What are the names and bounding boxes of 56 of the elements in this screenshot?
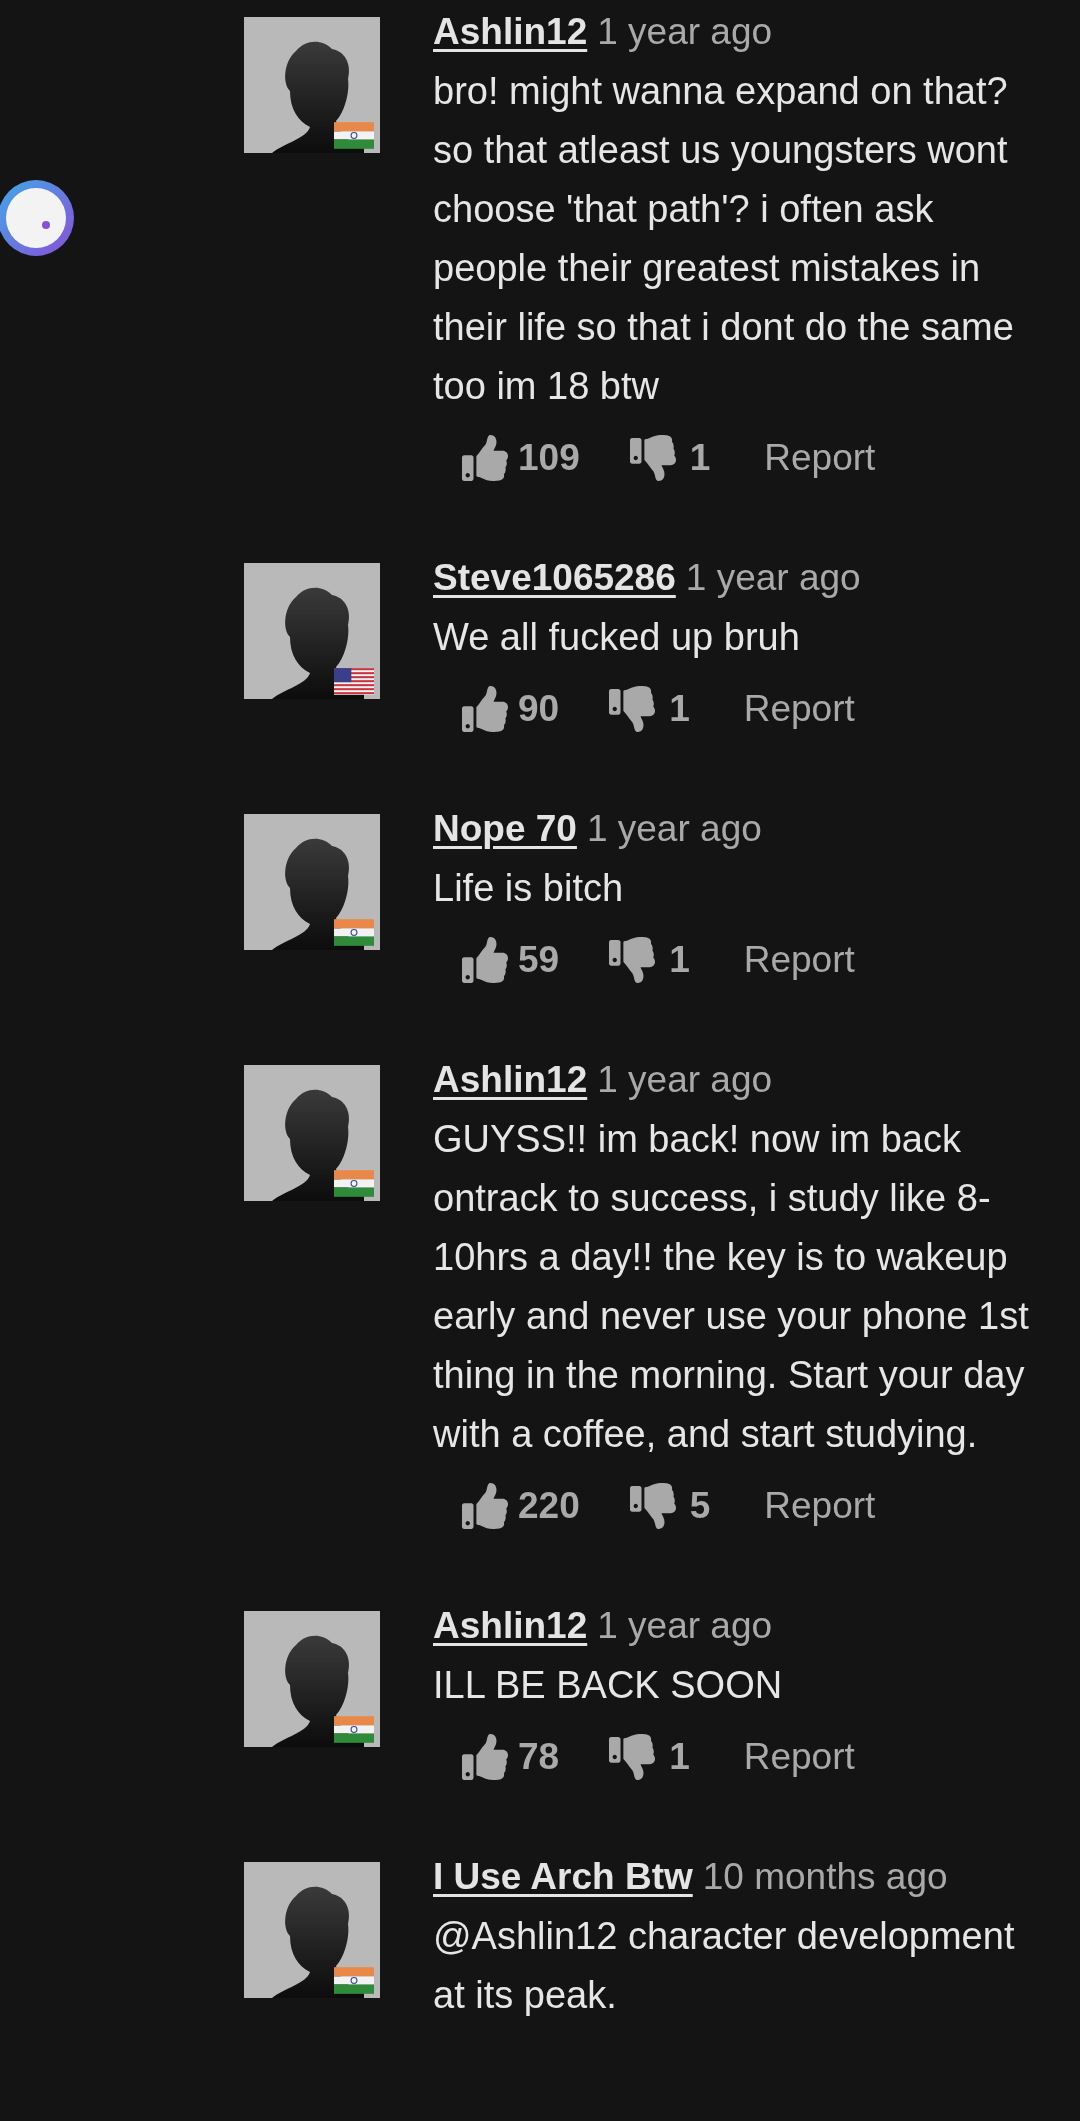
dislike-button[interactable]: 1 xyxy=(609,932,690,988)
thumbs-up-icon xyxy=(462,1734,508,1780)
comment-text: Life is bitch xyxy=(433,866,625,911)
comment-time: 1 year ago xyxy=(597,10,773,54)
thumbs-down-icon xyxy=(609,937,656,983)
thumbs-down-icon xyxy=(629,435,676,481)
comment-time: 1 year ago xyxy=(597,1058,773,1102)
dislike-button[interactable]: 1 xyxy=(629,430,711,486)
comment-text: @Ashlin12 character development at its peak. xyxy=(433,1914,1016,2018)
like-button[interactable]: 220 xyxy=(462,1478,580,1534)
report-link[interactable]: Report xyxy=(764,1478,876,1534)
avatar-silhouette-icon xyxy=(244,1611,380,1747)
comment-time: 1 year ago xyxy=(685,556,861,600)
report-link[interactable]: Report xyxy=(764,430,876,486)
flag-icon xyxy=(334,1170,374,1197)
avatar-silhouette-icon xyxy=(244,814,380,950)
report-link[interactable]: Report xyxy=(743,681,855,737)
comment-time: 1 year ago xyxy=(597,1604,773,1648)
thumbs-up-icon xyxy=(462,937,508,983)
like-button[interactable]: 78 xyxy=(462,1729,560,1785)
like-button[interactable]: 109 xyxy=(462,430,580,486)
username-link[interactable]: Nope 70 xyxy=(433,801,577,857)
thumbs-up-icon xyxy=(462,435,508,481)
username-link[interactable]: Ashlin12 xyxy=(433,1598,588,1654)
flag-icon xyxy=(334,668,374,695)
comment-time: 1 year ago xyxy=(586,807,762,851)
username-link[interactable]: Ashlin12 xyxy=(433,4,588,60)
thumbs-down-icon xyxy=(609,1734,656,1780)
avatar-silhouette-icon xyxy=(244,17,380,153)
comment-text: ILL BE BACK SOON xyxy=(433,1663,784,1708)
avatar-silhouette-icon xyxy=(244,1065,380,1201)
dislike-button[interactable]: 5 xyxy=(629,1478,711,1534)
thumbs-up-icon xyxy=(462,686,508,732)
comment-time: 10 months ago xyxy=(702,1855,948,1899)
flag-icon xyxy=(334,1967,374,1994)
floating-bubble-icon[interactable] xyxy=(0,178,76,258)
username-link[interactable]: Ashlin12 xyxy=(433,1052,588,1108)
thumbs-up-icon xyxy=(462,1483,508,1529)
thumbs-down-icon xyxy=(629,1483,676,1529)
avatar-silhouette-icon xyxy=(244,563,380,699)
comment-text: GUYSS!! im back! now im back ontrack to success, i study like 8-10hrs a day!! the key is to wakeup early and never use your phone 1st thing in the morning. Start your day with a coffee, and start studying. xyxy=(433,1117,1030,1457)
flag-icon xyxy=(334,122,374,149)
comment-text: bro! might wanna expand on that? so that atleast us youngsters wont choose 'that path'? i often ask people their greatest mistakes in their life so that i dont do the same too im 18 btw xyxy=(433,69,1015,409)
username-link[interactable]: I Use Arch Btw xyxy=(433,1849,693,1905)
like-button[interactable]: 59 xyxy=(462,932,560,988)
username-link[interactable]: Steve1065286 xyxy=(433,550,676,606)
flag-icon xyxy=(334,1716,374,1743)
avatar-silhouette-icon xyxy=(244,1862,380,1998)
report-link[interactable]: Report xyxy=(743,1729,855,1785)
dislike-button[interactable]: 1 xyxy=(609,1729,690,1785)
flag-icon xyxy=(334,919,374,946)
thumbs-down-icon xyxy=(609,686,656,732)
dislike-button[interactable]: 1 xyxy=(609,681,690,737)
like-button[interactable]: 90 xyxy=(462,681,560,737)
report-link[interactable]: Report xyxy=(743,932,855,988)
comment-text: We all fucked up bruh xyxy=(433,615,801,660)
